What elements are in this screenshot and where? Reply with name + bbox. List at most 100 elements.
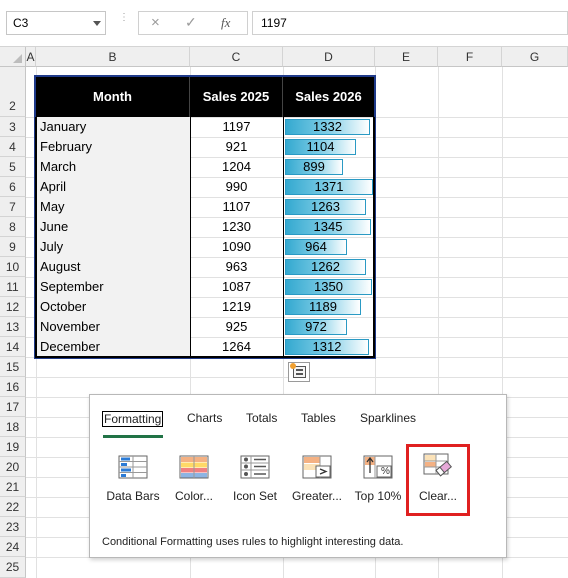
- sales-2026-header[interactable]: Sales 2026: [283, 77, 375, 117]
- row-header-8[interactable]: 8: [0, 217, 26, 237]
- greater-than-button[interactable]: Greater...: [286, 451, 348, 513]
- row-header-5[interactable]: 5: [0, 157, 26, 177]
- row-header-14[interactable]: 14: [0, 337, 26, 357]
- sales-2025-header[interactable]: Sales 2025: [190, 77, 283, 117]
- tab-totals[interactable]: Totals: [246, 411, 277, 425]
- percent-glyph: %: [381, 466, 390, 477]
- month-cell[interactable]: June: [36, 217, 190, 237]
- top-10-percent-button[interactable]: % Top 10%: [347, 451, 409, 513]
- sales-2026-cell[interactable]: 899: [285, 157, 343, 177]
- month-cell[interactable]: December: [36, 337, 190, 357]
- row-header-17[interactable]: 17: [0, 397, 26, 417]
- sales-2026-cell[interactable]: 1189: [285, 297, 361, 317]
- sales-2025-cell[interactable]: 990: [190, 177, 283, 197]
- row-header-20[interactable]: 20: [0, 457, 26, 477]
- icon-set-icon: [240, 455, 270, 479]
- row-header-2[interactable]: 2: [0, 67, 26, 117]
- color-scale-button[interactable]: Color...: [163, 451, 225, 513]
- top-10-percent-label: Top 10%: [354, 489, 402, 503]
- select-all-corner[interactable]: [0, 47, 26, 67]
- column-header-e[interactable]: E: [375, 47, 438, 67]
- sales-2026-cell[interactable]: 1312: [285, 337, 369, 357]
- formula-value: 1197: [261, 16, 287, 30]
- row-header-7[interactable]: 7: [0, 197, 26, 217]
- tab-tables[interactable]: Tables: [301, 411, 336, 425]
- row-header-21[interactable]: 21: [0, 477, 26, 497]
- month-cell[interactable]: January: [36, 117, 190, 137]
- sales-2025-cell[interactable]: 1197: [190, 117, 283, 137]
- sales-2026-cell[interactable]: 1345: [285, 217, 371, 237]
- row-header-19[interactable]: 19: [0, 437, 26, 457]
- panel-description: Conditional Formatting uses rules to hig…: [102, 536, 404, 548]
- column-header-g[interactable]: G: [502, 47, 568, 67]
- row-header-25[interactable]: 25: [0, 557, 26, 578]
- chevron-down-icon[interactable]: [93, 21, 101, 26]
- sales-2025-cell[interactable]: 1090: [190, 237, 283, 257]
- month-cell[interactable]: October: [36, 297, 190, 317]
- month-cell[interactable]: November: [36, 317, 190, 337]
- sales-2025-cell[interactable]: 1107: [190, 197, 283, 217]
- sales-2025-cell[interactable]: 1264: [190, 337, 283, 357]
- row-header-10[interactable]: 10: [0, 257, 26, 277]
- tab-charts[interactable]: Charts: [187, 411, 222, 425]
- quick-analysis-button[interactable]: [288, 362, 310, 382]
- column-header-f[interactable]: F: [438, 47, 502, 67]
- tab-sparklines[interactable]: Sparklines: [360, 411, 416, 425]
- formula-bar-grip-icon: ⋮: [119, 12, 129, 23]
- column-header-c[interactable]: C: [190, 47, 283, 67]
- sales-2026-cell[interactable]: 1350: [285, 277, 372, 297]
- row-header-24[interactable]: 24: [0, 537, 26, 557]
- data-bars-icon: [118, 455, 148, 479]
- month-header[interactable]: Month: [36, 77, 190, 117]
- eraser-icon: [423, 453, 452, 477]
- formula-input[interactable]: 1197: [252, 11, 568, 35]
- row-header-11[interactable]: 11: [0, 277, 26, 297]
- cancel-icon[interactable]: ×: [151, 14, 160, 31]
- name-box[interactable]: C3: [6, 11, 106, 35]
- column-header-d[interactable]: D: [283, 47, 375, 67]
- enter-icon[interactable]: ✓: [185, 14, 197, 31]
- sales-2026-cell[interactable]: 1104: [285, 137, 356, 157]
- month-cell[interactable]: August: [36, 257, 190, 277]
- sales-2025-cell[interactable]: 1204: [190, 157, 283, 177]
- data-bars-button[interactable]: Data Bars: [102, 451, 164, 513]
- sales-2025-cell[interactable]: 1219: [190, 297, 283, 317]
- row-header-18[interactable]: 18: [0, 417, 26, 437]
- row-header-15[interactable]: 15: [0, 357, 26, 377]
- sales-2026-cell[interactable]: 1263: [285, 197, 366, 217]
- sales-2025-cell[interactable]: 963: [190, 257, 283, 277]
- column-header-a[interactable]: A: [26, 47, 36, 67]
- row-header-9[interactable]: 9: [0, 237, 26, 257]
- sales-2026-cell[interactable]: 1262: [285, 257, 366, 277]
- sales-2025-cell[interactable]: 1087: [190, 277, 283, 297]
- month-cell[interactable]: July: [36, 237, 190, 257]
- greater-than-label: Greater...: [291, 489, 343, 503]
- row-header-12[interactable]: 12: [0, 297, 26, 317]
- color-scale-icon: [179, 455, 209, 479]
- row-header-4[interactable]: 4: [0, 137, 26, 157]
- sales-2026-cell[interactable]: 964: [285, 237, 347, 257]
- formula-bar: C3 ⋮ × ✓ fx 1197: [0, 0, 568, 47]
- tab-formatting[interactable]: Formatting: [102, 411, 164, 427]
- sales-2026-cell[interactable]: 972: [285, 317, 347, 337]
- sales-2026-cell[interactable]: 1371: [285, 177, 373, 197]
- sales-2025-cell[interactable]: 921: [190, 137, 283, 157]
- month-cell[interactable]: May: [36, 197, 190, 217]
- column-header-b[interactable]: B: [36, 47, 190, 67]
- sales-2025-cell[interactable]: 1230: [190, 217, 283, 237]
- icon-set-button[interactable]: Icon Set: [224, 451, 286, 513]
- month-cell[interactable]: February: [36, 137, 190, 157]
- row-header-3[interactable]: 3: [0, 117, 26, 137]
- month-cell[interactable]: September: [36, 277, 190, 297]
- sales-2025-cell[interactable]: 925: [190, 317, 283, 337]
- row-header-16[interactable]: 16: [0, 377, 26, 397]
- row-header-22[interactable]: 22: [0, 497, 26, 517]
- clear-format-button[interactable]: Clear...: [406, 444, 470, 516]
- month-cell[interactable]: March: [36, 157, 190, 177]
- row-header-6[interactable]: 6: [0, 177, 26, 197]
- insert-function-icon[interactable]: fx: [221, 15, 230, 31]
- row-header-13[interactable]: 13: [0, 317, 26, 337]
- month-cell[interactable]: April: [36, 177, 190, 197]
- sales-2026-cell[interactable]: 1332: [285, 117, 370, 137]
- row-header-23[interactable]: 23: [0, 517, 26, 537]
